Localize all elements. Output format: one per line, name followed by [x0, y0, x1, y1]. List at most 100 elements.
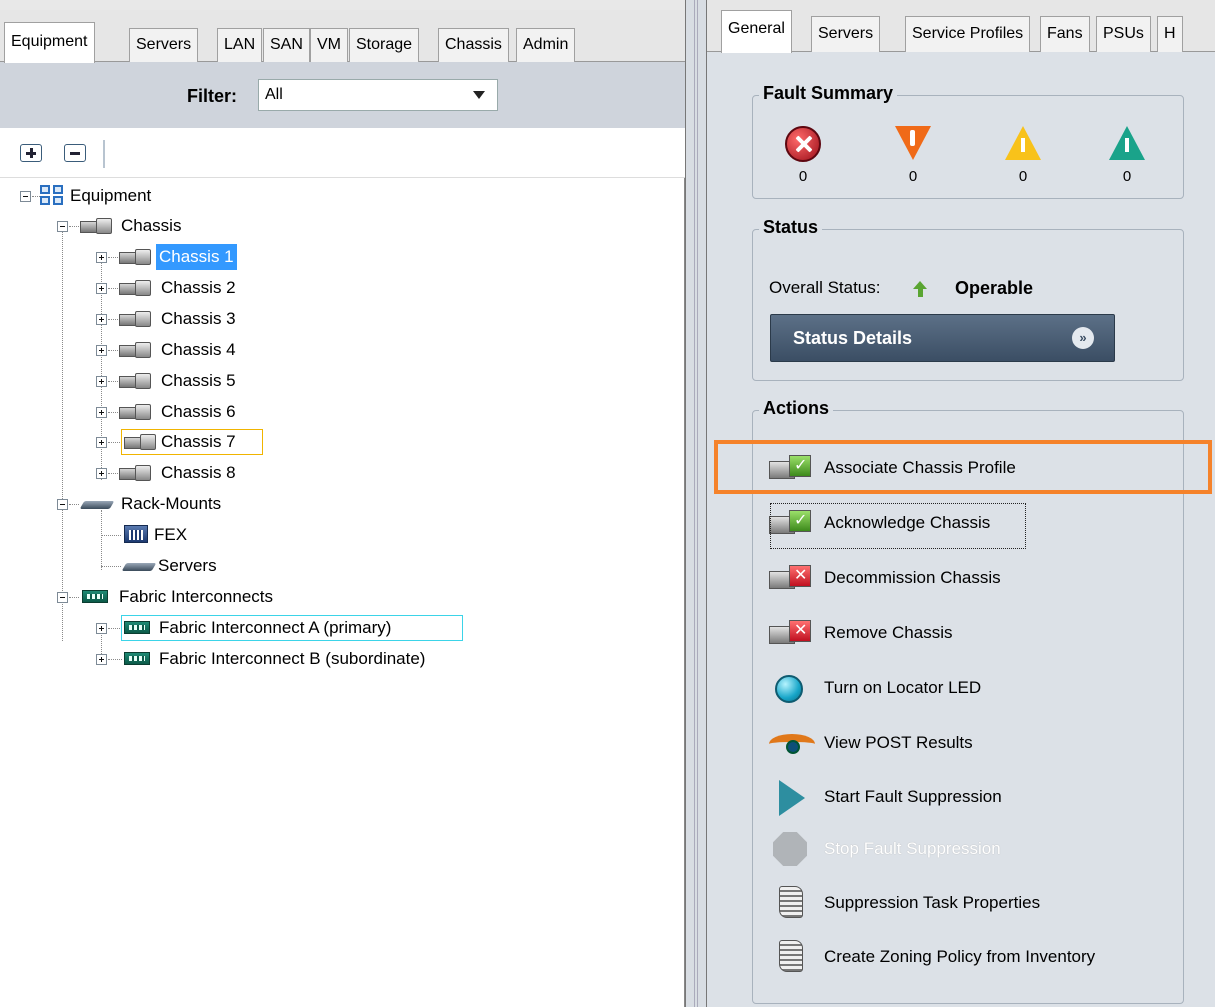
tab-service-profiles[interactable]: Service Profiles	[905, 16, 1031, 52]
stop-icon	[773, 832, 807, 866]
tree-node-equipment[interactable]: Equipment	[0, 181, 685, 211]
stop-fault-suppression-action: Stop Fault Suppression	[769, 830, 1099, 870]
action-label: Remove Chassis	[824, 623, 953, 642]
tree-label: Fabric Interconnects	[119, 587, 274, 606]
collapse-toggle[interactable]	[57, 499, 68, 510]
tree-node-chassis-7[interactable]: Chassis 7	[0, 427, 685, 457]
navigation-pane: Equipment Servers LAN SAN VM Storage Cha…	[0, 0, 685, 1007]
fault-summary-group: Fault Summary 0 0 0 0	[752, 83, 1184, 199]
tree-label: Chassis 4	[161, 340, 236, 359]
arrow-up-icon	[913, 281, 927, 297]
tree-node-chassis-1[interactable]: Chassis 1	[0, 242, 685, 272]
tree-label: Equipment	[70, 186, 152, 205]
expand-all-button[interactable]	[20, 144, 42, 162]
action-label: Stop Fault Suppression	[824, 839, 1001, 858]
tab-storage[interactable]: Storage	[349, 28, 420, 62]
collapse-all-button[interactable]	[64, 144, 86, 162]
tree-node-servers[interactable]: Servers	[0, 551, 685, 581]
expand-toggle[interactable]	[96, 654, 107, 665]
chassis-icon	[80, 218, 112, 234]
chassis-icon	[119, 280, 151, 296]
critical-fault[interactable]: 0	[781, 124, 825, 194]
expand-toggle[interactable]	[96, 345, 107, 356]
tab-psus[interactable]: PSUs	[1096, 16, 1151, 52]
warning-fault[interactable]: 0	[1105, 124, 1149, 194]
decommission-chassis-action[interactable]: ✕ Decommission Chassis	[769, 559, 1069, 599]
tab-general[interactable]: General	[721, 10, 792, 53]
tab-servers[interactable]: Servers	[129, 28, 199, 62]
expand-toggle[interactable]	[96, 314, 107, 325]
tree-label: Rack-Mounts	[121, 494, 222, 513]
dropdown-arrow-icon	[473, 91, 485, 99]
tab-overflow[interactable]: H	[1157, 16, 1183, 52]
overall-status-label: Overall Status:	[769, 278, 881, 297]
tree-node-chassis-5[interactable]: Chassis 5	[0, 366, 685, 396]
tree-label: Chassis 5	[161, 371, 236, 390]
expand-toggle[interactable]	[96, 283, 107, 294]
expand-toggle[interactable]	[96, 252, 107, 263]
minor-fault[interactable]: 0	[1001, 124, 1045, 194]
overall-status-value: Operable	[955, 278, 1034, 298]
play-icon	[779, 780, 805, 816]
major-count: 0	[908, 168, 918, 185]
tree-label: Chassis 6	[161, 402, 236, 421]
minor-count: 0	[1018, 168, 1028, 185]
tab-servers[interactable]: Servers	[811, 16, 881, 52]
tree-node-fabric-interconnect-b[interactable]: Fabric Interconnect B (subordinate)	[0, 644, 685, 674]
expand-toggle[interactable]	[96, 468, 107, 479]
status-title: Status	[759, 217, 823, 238]
chassis-icon	[119, 311, 151, 327]
tab-fans[interactable]: Fans	[1040, 16, 1090, 52]
tab-admin[interactable]: Admin	[516, 28, 576, 62]
tree-node-chassis-3[interactable]: Chassis 3	[0, 304, 685, 334]
action-label: Suppression Task Properties	[824, 893, 1041, 912]
major-fault[interactable]: 0	[891, 124, 935, 194]
filter-label: Filter:	[187, 86, 238, 106]
locator-led-icon	[775, 675, 803, 703]
action-label: View POST Results	[824, 733, 973, 752]
tab-lan[interactable]: LAN	[217, 28, 263, 62]
tree-node-chassis-8[interactable]: Chassis 8	[0, 458, 685, 488]
suppression-task-properties-action[interactable]: Suppression Task Properties	[769, 884, 1129, 924]
pane-splitter[interactable]	[685, 0, 707, 1007]
eye-icon	[769, 734, 815, 754]
tab-equipment[interactable]: Equipment	[4, 22, 95, 63]
tree-node-chassis[interactable]: Chassis	[0, 211, 685, 241]
fabric-interconnect-icon	[124, 621, 150, 635]
tab-chassis[interactable]: Chassis	[438, 28, 509, 62]
nav-tabbar: Equipment Servers LAN SAN VM Storage Cha…	[0, 10, 685, 63]
view-post-results-action[interactable]: View POST Results	[769, 724, 1069, 764]
expand-toggle[interactable]	[96, 407, 107, 418]
expand-toggle[interactable]	[96, 437, 107, 448]
tree-node-rack-mounts[interactable]: Rack-Mounts	[0, 489, 685, 519]
focus-indicator	[770, 503, 1026, 549]
scroll-icon	[779, 940, 803, 972]
fabric-interconnect-icon	[82, 590, 108, 604]
filter-select[interactable]: All	[258, 79, 498, 111]
tab-vm[interactable]: VM	[310, 28, 348, 62]
chassis-icon	[119, 465, 151, 481]
tree-node-fabric-interconnects[interactable]: Fabric Interconnects	[0, 582, 685, 612]
status-details-button[interactable]: Status Details »	[770, 314, 1115, 362]
tree-node-fabric-interconnect-a[interactable]: Fabric Interconnect A (primary)	[0, 613, 685, 643]
tree-label: Chassis	[121, 216, 182, 235]
action-label: Start Fault Suppression	[824, 787, 1002, 806]
create-zoning-policy-action[interactable]: Create Zoning Policy from Inventory	[769, 938, 1189, 978]
tab-san[interactable]: SAN	[263, 28, 310, 62]
tree-node-chassis-6[interactable]: Chassis 6	[0, 397, 685, 427]
start-fault-suppression-action[interactable]: Start Fault Suppression	[769, 778, 1099, 818]
highlight-annotation	[714, 440, 1212, 494]
collapse-toggle[interactable]	[57, 221, 68, 232]
collapse-toggle[interactable]	[20, 191, 31, 202]
expand-toggle[interactable]	[96, 376, 107, 387]
remove-chassis-action[interactable]: ✕ Remove Chassis	[769, 614, 1069, 654]
turn-on-locator-led-action[interactable]: Turn on Locator LED	[769, 669, 1069, 709]
tree-node-fex[interactable]: FEX	[0, 520, 685, 550]
filter-value: All	[265, 86, 283, 103]
collapse-toggle[interactable]	[57, 592, 68, 603]
tree-node-chassis-2[interactable]: Chassis 2	[0, 273, 685, 303]
tree-label: Servers	[158, 556, 217, 575]
tree-label: Chassis 2	[161, 278, 236, 297]
tree-node-chassis-4[interactable]: Chassis 4	[0, 335, 685, 365]
expand-toggle[interactable]	[96, 623, 107, 634]
